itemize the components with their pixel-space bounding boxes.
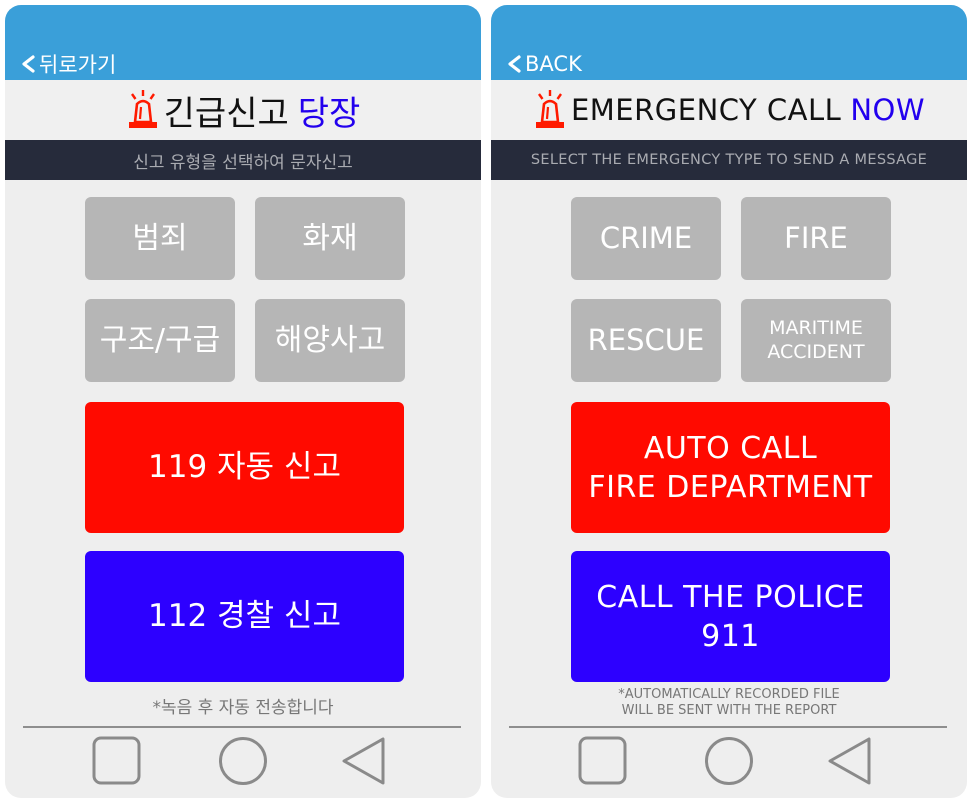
back-button[interactable]: 뒤로가기: [19, 51, 116, 77]
back-label: 뒤로가기: [39, 53, 117, 77]
maritime-accident-button[interactable]: MARITIME ACCIDENT: [741, 299, 891, 382]
recording-note: *녹음 후 자동 전송합니다: [152, 698, 334, 718]
nav-divider: [509, 726, 947, 728]
back-triangle-icon[interactable]: [827, 736, 873, 786]
phone-english: BACK EMERGENCY CALL NOW SELECT THE EMERG…: [491, 5, 967, 798]
auto-call-fire-button[interactable]: AUTO CALL FIRE DEPARTMENT: [571, 402, 890, 533]
call-police-button[interactable]: CALL THE POLICE 911: [571, 551, 890, 682]
page-title: 긴급신고: [163, 93, 289, 134]
back-label: BACK: [525, 52, 582, 76]
recent-apps-icon[interactable]: [578, 736, 628, 786]
page-title: EMERGENCY CALL: [570, 93, 842, 127]
instruction-bar: 신고 유형을 선택하여 문자신고: [5, 140, 481, 180]
recent-apps-icon[interactable]: [92, 736, 142, 786]
back-chevron-icon: [508, 55, 521, 73]
auto-call-fire-button[interactable]: 119 자동 신고: [85, 402, 404, 533]
title-bar: 긴급신고 당장: [5, 80, 481, 140]
crime-button[interactable]: 범죄: [85, 197, 235, 280]
back-chevron-icon: [22, 55, 35, 73]
crime-button[interactable]: CRIME: [571, 197, 721, 280]
rescue-button[interactable]: RESCUE: [571, 299, 721, 382]
instruction-bar: SELECT THE EMERGENCY TYPE TO SEND A MESS…: [491, 140, 967, 180]
siren-icon: [128, 90, 157, 128]
siren-icon: [535, 90, 564, 128]
call-police-button[interactable]: 112 경찰 신고: [85, 551, 404, 682]
nav-divider: [23, 726, 461, 728]
maritime-accident-button[interactable]: 해양사고: [255, 299, 405, 382]
phone-korean: 뒤로가기 긴급신고 당장 신고 유형을 선택하여 문자신고 범죄 화재 구조/구…: [5, 5, 481, 798]
title-bar: EMERGENCY CALL NOW: [491, 80, 967, 140]
page-title-accent: NOW: [850, 93, 926, 127]
back-button[interactable]: BACK: [505, 51, 582, 77]
home-icon[interactable]: [218, 736, 268, 786]
fire-button[interactable]: 화재: [255, 197, 405, 280]
rescue-button[interactable]: 구조/구급: [85, 299, 235, 382]
recording-note: *AUTOMATICALLY RECORDED FILE WILL BE SEN…: [618, 687, 840, 718]
fire-button[interactable]: FIRE: [741, 197, 891, 280]
page-title-accent: 당장: [297, 93, 361, 134]
home-icon[interactable]: [704, 736, 754, 786]
back-triangle-icon[interactable]: [341, 736, 387, 786]
